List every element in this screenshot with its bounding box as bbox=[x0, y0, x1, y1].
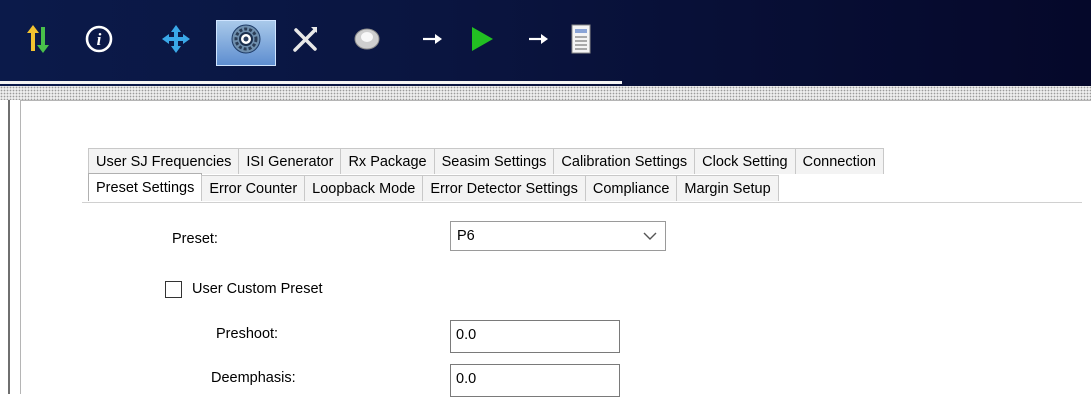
tab-margin-setup[interactable]: Margin Setup bbox=[676, 175, 779, 201]
deemphasis-field[interactable] bbox=[450, 364, 620, 397]
preset-label: Preset: bbox=[172, 231, 218, 247]
tab-clock-setting[interactable]: Clock Setting bbox=[694, 148, 796, 174]
deemphasis-label: Deemphasis: bbox=[211, 370, 296, 386]
preset-select-value: P6 bbox=[457, 228, 475, 244]
tab-error-detector-settings[interactable]: Error Detector Settings bbox=[422, 175, 586, 201]
run-icon[interactable] bbox=[464, 22, 498, 56]
tab-user-sj-frequencies[interactable]: User SJ Frequencies bbox=[88, 148, 240, 174]
tab-connection[interactable]: Connection bbox=[794, 148, 884, 174]
arrow-right-icon bbox=[521, 22, 555, 56]
tab-seasim-settings[interactable]: Seasim Settings bbox=[433, 148, 555, 174]
left-border bbox=[8, 100, 10, 394]
settings-icon[interactable] bbox=[229, 22, 263, 56]
preset-select[interactable]: P6 bbox=[450, 221, 666, 251]
preshoot-label: Preshoot: bbox=[216, 326, 279, 342]
info-icon[interactable]: i bbox=[82, 22, 116, 56]
sort-arrows-icon[interactable] bbox=[21, 22, 55, 56]
tab-content-border bbox=[82, 202, 1082, 203]
report-icon[interactable] bbox=[564, 22, 598, 56]
svg-text:i: i bbox=[97, 30, 102, 49]
user-custom-preset-label: User Custom Preset bbox=[192, 281, 323, 297]
tab-error-counter[interactable]: Error Counter bbox=[201, 175, 306, 201]
preshoot-field[interactable] bbox=[450, 320, 620, 353]
tab-compliance[interactable]: Compliance bbox=[584, 175, 678, 201]
chevron-down-icon bbox=[643, 232, 657, 240]
user-custom-preset-checkbox[interactable] bbox=[165, 281, 182, 298]
deemphasis-input[interactable] bbox=[456, 371, 606, 387]
tools-icon[interactable] bbox=[288, 22, 322, 56]
tab-loopback-mode[interactable]: Loopback Mode bbox=[304, 175, 424, 201]
toolbar-underline bbox=[0, 81, 622, 84]
tab-calibration-settings[interactable]: Calibration Settings bbox=[553, 148, 696, 174]
move-icon[interactable] bbox=[159, 22, 193, 56]
toolbar: i bbox=[0, 0, 1091, 86]
splitter-bar[interactable] bbox=[0, 86, 1091, 100]
tab-isi-generator[interactable]: ISI Generator bbox=[238, 148, 342, 174]
tab-row-1: User SJ Frequencies ISI Generator Rx Pac… bbox=[88, 148, 884, 174]
preshoot-input[interactable] bbox=[456, 327, 606, 343]
tab-preset-settings[interactable]: Preset Settings bbox=[88, 173, 203, 201]
disc-icon[interactable] bbox=[350, 22, 384, 56]
arrow-right-icon bbox=[415, 22, 449, 56]
tab-rx-package[interactable]: Rx Package bbox=[340, 148, 435, 174]
tab-row-2: Preset Settings Error Counter Loopback M… bbox=[88, 173, 779, 201]
